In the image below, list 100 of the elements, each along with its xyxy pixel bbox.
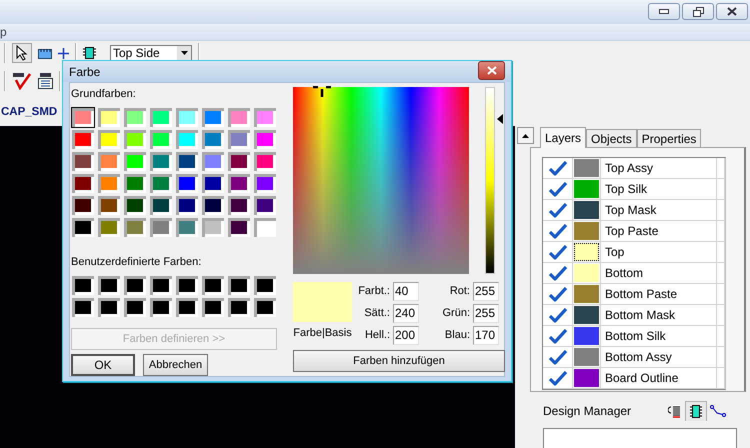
color-swatch[interactable] <box>149 150 173 172</box>
color-swatch[interactable] <box>123 194 147 216</box>
layer-name[interactable]: Bottom <box>605 266 644 280</box>
minimize-icon[interactable] <box>659 9 669 14</box>
color-swatch[interactable] <box>201 274 225 296</box>
checkmark-icon[interactable] <box>548 202 568 218</box>
color-swatch[interactable] <box>574 243 599 262</box>
color-swatch[interactable] <box>574 180 599 198</box>
layer-name[interactable]: Top Paste <box>605 224 658 238</box>
color-swatch[interactable] <box>149 172 173 194</box>
color-swatch[interactable] <box>253 106 277 128</box>
color-swatch[interactable] <box>574 369 599 388</box>
color-swatch[interactable] <box>574 327 599 346</box>
color-swatch[interactable] <box>227 128 251 150</box>
color-swatch[interactable] <box>97 150 121 172</box>
chip-icon[interactable] <box>83 46 96 60</box>
color-swatch[interactable] <box>201 150 225 172</box>
color-swatch[interactable] <box>71 274 95 296</box>
layer-name[interactable]: Top <box>605 245 624 260</box>
close-icon[interactable] <box>727 7 737 16</box>
color-swatch[interactable] <box>123 106 147 128</box>
layer-dropdown[interactable]: Top Side <box>110 44 192 62</box>
color-swatch[interactable] <box>253 216 277 238</box>
input-field[interactable]: 200 <box>393 326 419 345</box>
color-swatch[interactable] <box>71 150 95 172</box>
color-swatch[interactable] <box>149 194 173 216</box>
color-swatch[interactable] <box>227 274 251 296</box>
color-swatch[interactable] <box>71 172 95 194</box>
color-swatch[interactable] <box>175 106 199 128</box>
color-swatch[interactable] <box>71 106 95 128</box>
checkmark-icon[interactable] <box>548 181 568 198</box>
crosshair-icon[interactable] <box>313 86 332 100</box>
color-swatch[interactable] <box>574 159 599 178</box>
ruler-icon[interactable] <box>38 47 52 59</box>
input-field[interactable]: 170 <box>473 326 499 345</box>
color-swatch[interactable] <box>574 222 599 240</box>
color-swatch[interactable] <box>149 128 173 150</box>
color-swatch[interactable] <box>175 194 199 216</box>
color-swatch[interactable] <box>123 172 147 194</box>
tab[interactable]: Properties <box>636 129 702 148</box>
color-swatch[interactable] <box>574 201 599 220</box>
color-swatch[interactable] <box>97 172 121 194</box>
color-swatch[interactable] <box>175 296 199 318</box>
color-swatch[interactable] <box>149 216 173 238</box>
color-swatch[interactable] <box>71 216 95 238</box>
layer-name[interactable]: Bottom Paste <box>605 287 678 302</box>
color-swatch[interactable] <box>201 296 225 318</box>
scroll-up-button[interactable] <box>517 127 534 144</box>
input-field[interactable]: 40 <box>393 282 419 301</box>
color-swatch[interactable] <box>201 172 225 194</box>
color-swatch[interactable] <box>97 194 121 216</box>
color-swatch[interactable] <box>71 194 95 216</box>
color-swatch[interactable] <box>97 296 121 318</box>
cursor-icon[interactable] <box>16 45 28 61</box>
crosshair-icon[interactable] <box>58 48 69 58</box>
add-colors-button[interactable]: Farben hinzufügen <box>293 350 505 372</box>
layer-name[interactable]: Top Assy <box>605 161 654 176</box>
menu-item[interactable]: p <box>0 25 7 39</box>
color-swatch[interactable] <box>123 274 147 296</box>
color-swatch[interactable] <box>97 274 121 296</box>
input-field[interactable]: 240 <box>393 304 419 323</box>
input-field[interactable]: 255 <box>473 282 499 301</box>
color-swatch[interactable] <box>227 172 251 194</box>
input-field[interactable]: 255 <box>473 304 499 323</box>
color-swatch[interactable] <box>253 150 277 172</box>
color-swatch[interactable] <box>574 306 599 324</box>
color-swatch[interactable] <box>201 194 225 216</box>
pointer-tool-button[interactable] <box>12 43 32 63</box>
color-swatch[interactable] <box>149 296 173 318</box>
color-swatch[interactable] <box>97 106 121 128</box>
layer-name[interactable]: Bottom Silk <box>605 329 666 344</box>
color-swatch[interactable] <box>175 216 199 238</box>
color-swatch[interactable] <box>201 128 225 150</box>
drc-check-icon[interactable] <box>12 72 32 90</box>
tab[interactable]: Layers <box>540 127 586 148</box>
color-swatch[interactable] <box>123 150 147 172</box>
color-swatch[interactable] <box>574 348 599 366</box>
close-button[interactable] <box>478 61 505 80</box>
color-swatch[interactable] <box>253 172 277 194</box>
checkmark-icon[interactable] <box>548 328 568 344</box>
color-swatch[interactable] <box>227 150 251 172</box>
checkmark-icon[interactable] <box>548 265 568 282</box>
color-swatch[interactable] <box>71 296 95 318</box>
luminance-slider[interactable] <box>485 87 504 274</box>
color-swatch[interactable] <box>201 216 225 238</box>
color-swatch[interactable] <box>201 106 225 128</box>
color-swatch[interactable] <box>253 128 277 150</box>
color-spectrum[interactable] <box>293 87 469 274</box>
color-swatch[interactable] <box>149 106 173 128</box>
restore-button[interactable] <box>682 3 714 20</box>
color-swatch[interactable] <box>149 274 173 296</box>
layer-name[interactable]: Bottom Assy <box>605 350 672 364</box>
cancel-button[interactable]: Abbrechen <box>143 354 208 376</box>
color-swatch[interactable] <box>123 216 147 238</box>
color-swatch[interactable] <box>227 216 251 238</box>
color-swatch[interactable] <box>227 194 251 216</box>
color-swatch[interactable] <box>253 194 277 216</box>
color-swatch[interactable] <box>175 274 199 296</box>
layer-name[interactable]: Board Outline <box>605 371 678 386</box>
checkmark-icon[interactable] <box>548 160 568 176</box>
